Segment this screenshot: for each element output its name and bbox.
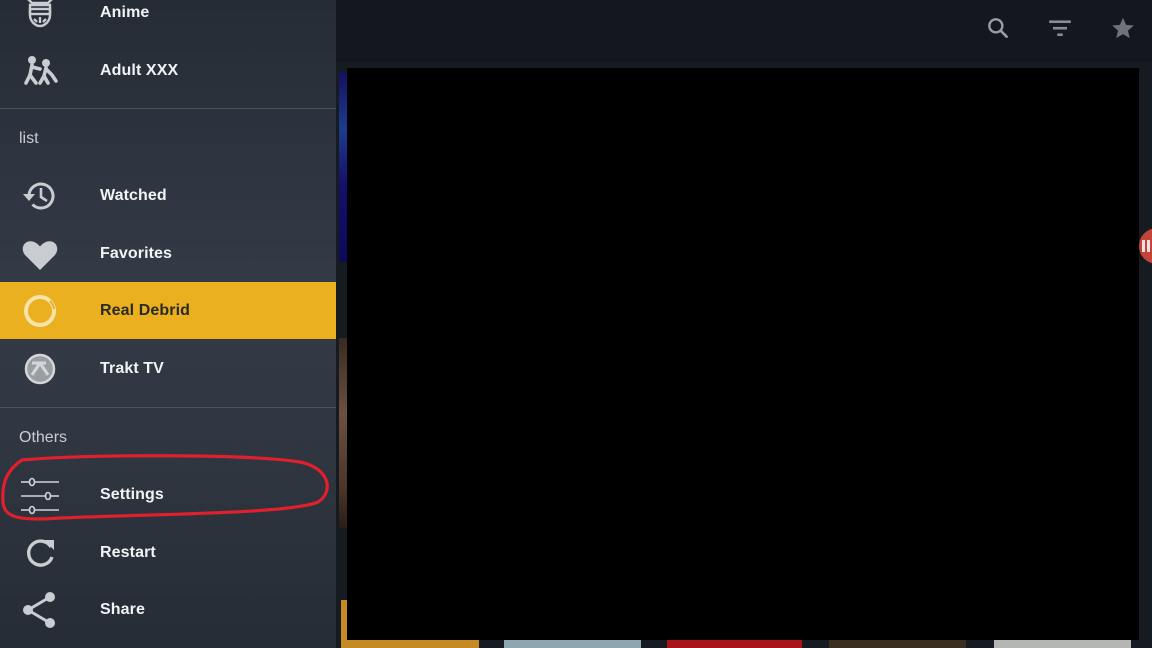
- section-header-others: Others: [19, 429, 68, 446]
- drawer-item-label: Favorites: [100, 244, 173, 262]
- divider: [0, 108, 336, 109]
- restart-icon: [20, 533, 60, 573]
- history-icon: [20, 176, 60, 216]
- star-icon[interactable]: [1107, 12, 1139, 44]
- drawer-item-trakt[interactable]: Trakt TV: [0, 340, 336, 397]
- drawer-item-label: Anime: [100, 3, 150, 21]
- wrestling-icon: [20, 51, 60, 91]
- drawer-item-share[interactable]: Share: [0, 581, 336, 638]
- drawer-item-favorites[interactable]: Favorites: [0, 225, 336, 282]
- app-screen: Anime Adult XXX list Watched Favorites R…: [0, 0, 1152, 648]
- drawer-item-label: Share: [100, 600, 145, 618]
- floating-action-button[interactable]: [1139, 228, 1152, 264]
- trakt-icon: [20, 349, 60, 389]
- poster-edge: [339, 338, 347, 528]
- drawer-item-anime[interactable]: Anime: [0, 0, 336, 41]
- top-app-bar: [336, 0, 1152, 62]
- black-overlay: [347, 68, 1139, 640]
- poster-edge: [339, 72, 347, 262]
- share-icon: [20, 590, 60, 630]
- drawer-item-restart[interactable]: Restart: [0, 524, 336, 581]
- drawer-item-adult[interactable]: Adult XXX: [0, 42, 336, 99]
- drawer-item-label: Real Debrid: [100, 301, 191, 319]
- fab-icon: [1142, 240, 1150, 252]
- drawer-item-label: Settings: [100, 485, 164, 503]
- drawer-item-label: Restart: [100, 543, 156, 561]
- drawer-item-label: Trakt TV: [100, 359, 164, 377]
- drawer-item-real-debrid[interactable]: Real Debrid: [0, 282, 336, 339]
- heart-icon: [20, 234, 60, 274]
- search-icon[interactable]: [982, 12, 1014, 44]
- anime-mask-icon: [20, 0, 60, 33]
- filter-icon[interactable]: [1044, 12, 1076, 44]
- section-header-list: list: [19, 130, 39, 147]
- drawer-item-settings[interactable]: Settings: [0, 466, 336, 523]
- real-debrid-icon: [20, 291, 60, 331]
- drawer-item-label: Adult XXX: [100, 61, 179, 79]
- navigation-drawer: Anime Adult XXX list Watched Favorites R…: [0, 0, 336, 648]
- divider: [0, 407, 336, 408]
- sliders-icon: [20, 475, 60, 515]
- drawer-item-label: Watched: [100, 186, 167, 204]
- drawer-item-watched[interactable]: Watched: [0, 167, 336, 224]
